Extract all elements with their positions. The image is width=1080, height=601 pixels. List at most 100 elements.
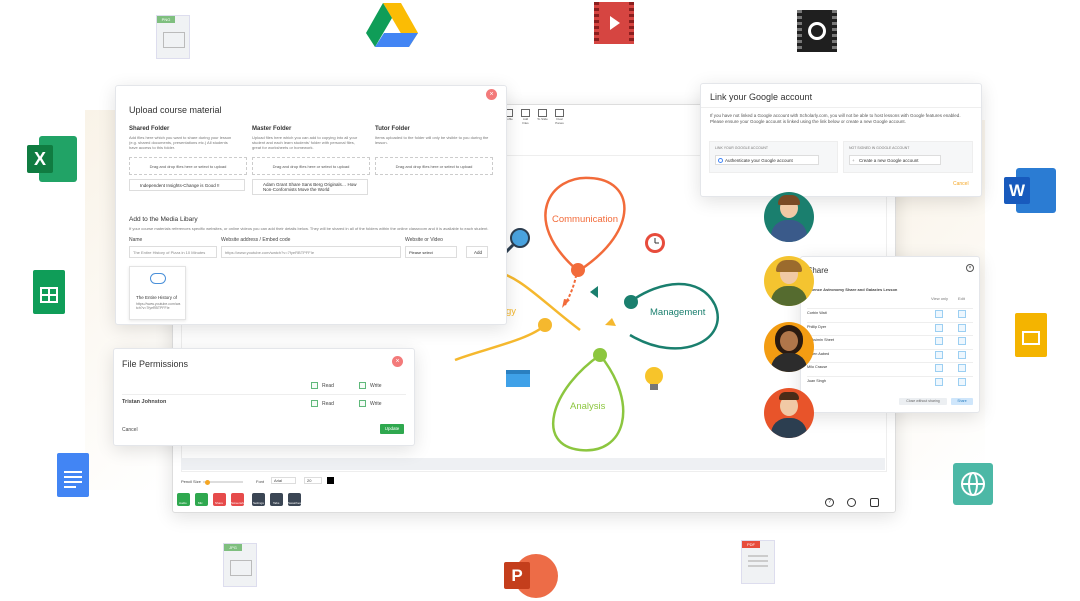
new-google-box: NOT SIGNED IN GOOGLE ACCOUNT + Create a …	[843, 141, 973, 173]
read-checkbox-header[interactable]	[311, 382, 318, 389]
edit-checkbox[interactable]	[958, 350, 966, 359]
master-folder-desc: Upload files here which you can add to c…	[252, 135, 358, 150]
shared-dropzone[interactable]: Drag and drop files here or select to up…	[129, 157, 247, 175]
share-person-row: Corbin Wait	[807, 308, 973, 320]
col-url-label: Website address / Embed code	[221, 237, 291, 243]
media-url-input[interactable]: https://www.youtube.com/watch?v=7fyeRBTP…	[221, 246, 401, 258]
view-only-checkbox[interactable]	[935, 323, 943, 332]
permissions-cancel-button[interactable]: Cancel	[122, 427, 138, 433]
media-name-input[interactable]: The Entire History of Pizza in 10 Minute…	[129, 246, 217, 258]
audio-button[interactable]: Audio	[177, 493, 190, 506]
media-library-desc: If your course materials references spec…	[129, 226, 489, 231]
avatar-woman-yellow	[764, 256, 814, 306]
col-type-label: Website or Video	[405, 237, 443, 243]
chat-icon[interactable]	[847, 498, 856, 507]
upload-close-button[interactable]: ×	[486, 89, 497, 100]
word-icon: W	[1004, 168, 1056, 213]
view-only-checkbox[interactable]	[935, 337, 943, 345]
media-add-button[interactable]: Add	[466, 246, 488, 258]
png-file-icon: PNG	[156, 15, 190, 59]
tabs-button[interactable]: Tabs	[270, 493, 283, 506]
color-swatch[interactable]	[327, 477, 334, 484]
master-file-item[interactable]: Adam Grant Share Sans Berg Originals… Ho…	[252, 179, 368, 195]
shared-file-item[interactable]: Independent Insights-Change is Good !!	[129, 179, 245, 191]
view-only-checkbox[interactable]	[935, 310, 943, 318]
edit-checkbox[interactable]	[958, 337, 966, 345]
avatar-woman-blue	[764, 192, 814, 242]
shared-folder-title: Shared Folder	[129, 126, 170, 132]
master-dropzone[interactable]: Drag and drop files here or select to up…	[252, 157, 370, 175]
google-body: If you have not linked a Google account …	[710, 113, 961, 124]
share-close-icon[interactable]: ×	[966, 264, 974, 272]
view-only-checkbox[interactable]	[935, 377, 943, 386]
excel-icon: X	[27, 136, 77, 182]
google-title: Link your Google account	[710, 92, 813, 102]
user-read-label: Read	[322, 401, 334, 407]
mic-button[interactable]: Mic	[195, 493, 208, 506]
share-person-name: Corbin Wait	[807, 311, 827, 315]
font-select[interactable]: Arial	[271, 477, 296, 484]
edit-checkbox[interactable]	[958, 323, 966, 332]
media-card-title: The Entire History of	[136, 295, 178, 300]
permissions-update-button[interactable]: Update	[380, 424, 404, 434]
avatar-woman-dark	[764, 322, 814, 372]
toolbar-to-slide[interactable]: To Slide	[537, 109, 548, 125]
write-checkbox-header[interactable]	[359, 382, 366, 389]
link-google-label: LINK YOUR GOOGLE ACCOUNT	[715, 146, 769, 150]
google-g-icon	[718, 158, 723, 163]
share-confirm-button[interactable]: Share	[951, 398, 973, 405]
cloud-icon	[150, 273, 166, 284]
people-icon[interactable]	[870, 498, 879, 507]
close-without-sharing-button[interactable]: Close without sharing	[899, 398, 947, 405]
create-google-button[interactable]: + Create a new Google account	[849, 155, 941, 165]
media-type-select[interactable]: Please select	[405, 246, 457, 258]
google-slides-icon	[1015, 313, 1047, 357]
help-icon[interactable]: ?	[825, 498, 834, 507]
view-only-checkbox[interactable]	[935, 364, 943, 372]
view-only-header: View only	[931, 296, 949, 301]
pencil-size-label: Pencil Size	[181, 479, 201, 484]
screenshare-button[interactable]: Screenshare	[231, 493, 248, 506]
edit-checkbox[interactable]	[958, 364, 966, 372]
lightbulb-icon	[645, 367, 663, 390]
tutor-folder-desc: Items uploaded to the folder will only b…	[375, 135, 489, 145]
edit-checkbox[interactable]	[958, 377, 966, 386]
strategy-node	[538, 318, 552, 332]
user-read-checkbox[interactable]	[311, 400, 318, 407]
edit-checkbox[interactable]	[958, 310, 966, 318]
permission-user-name: Tristan Johnston	[122, 399, 167, 405]
toolbar-dual-panes[interactable]: Dual Panes	[554, 109, 565, 125]
alarm-clock-icon	[645, 233, 665, 253]
permissions-close-button[interactable]: ×	[392, 356, 403, 367]
master-folder-title: Master Folder	[252, 126, 292, 132]
tutor-dropzone[interactable]: Drag and drop files here or select to up…	[375, 157, 493, 175]
swatches-button[interactable]: Swatches	[288, 493, 301, 506]
share-button[interactable]: Share	[213, 493, 226, 506]
share-person-row: Phillip Dyer	[807, 321, 973, 334]
col-name-label: Name	[129, 237, 143, 243]
powerpoint-icon: P	[504, 554, 558, 600]
strategy-loop-2	[454, 324, 546, 362]
pencil-size-slider[interactable]	[203, 479, 243, 485]
top-toolbar: Profile Add Files To Slide Dual Panes	[503, 109, 565, 125]
share-lesson-name: Science Astronomy Share and Galaxies Les…	[807, 287, 898, 292]
view-only-checkbox[interactable]	[935, 350, 943, 359]
google-drive-icon	[366, 3, 418, 47]
toolbar-add-files[interactable]: Add Files	[520, 109, 531, 125]
font-size-select[interactable]: 20	[304, 477, 322, 484]
strategy-label: gy	[506, 306, 516, 317]
google-cancel-button[interactable]: Cancel	[953, 181, 969, 187]
management-label: Management	[650, 307, 706, 318]
user-write-checkbox[interactable]	[359, 400, 366, 407]
management-node	[624, 295, 638, 309]
permissions-divider	[122, 394, 406, 395]
authenticate-google-button[interactable]: Authenticate your Google account	[715, 155, 819, 165]
calendar-icon	[506, 370, 530, 387]
media-card[interactable]: The Entire History of https://www.youtub…	[129, 266, 186, 320]
avatar-man-red	[764, 388, 814, 438]
share-person-name: Milo Crause	[807, 365, 828, 369]
settings-button[interactable]: Settings	[252, 493, 265, 506]
edit-header: Edit	[958, 296, 965, 301]
web-globe-icon	[953, 463, 993, 505]
google-docs-icon	[57, 453, 89, 497]
